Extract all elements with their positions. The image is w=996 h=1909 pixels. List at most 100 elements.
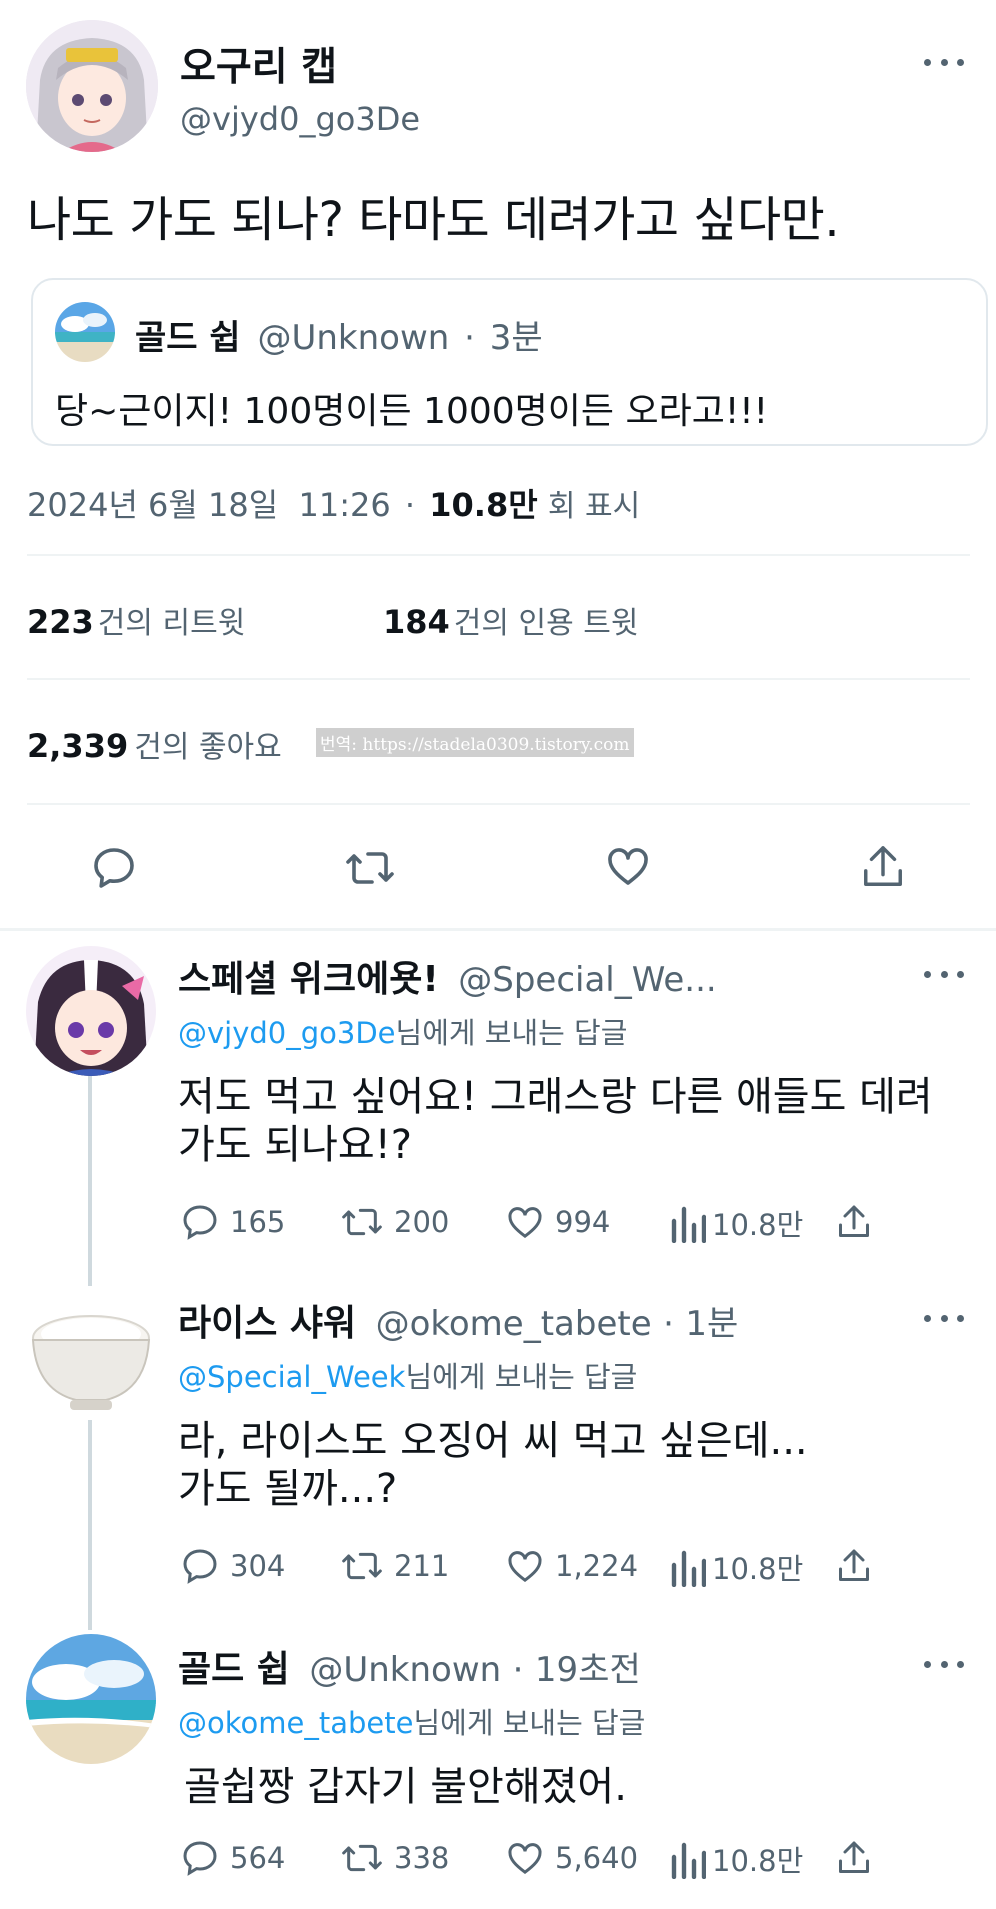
like-icon (508, 1843, 542, 1875)
retweet-icon (342, 1844, 382, 1872)
reply-like-button[interactable]: 994 (505, 1202, 610, 1242)
meta-dot: · (404, 486, 416, 524)
avatar[interactable] (26, 20, 158, 152)
quote-time: 3분 (489, 318, 543, 358)
views-icon (671, 1842, 706, 1879)
like-count: 2,339 (27, 727, 129, 765)
quote-count-link[interactable]: 184 건의 인용 트윗 (383, 598, 638, 642)
reply-icon (183, 1549, 217, 1584)
quote-text: 당~근이지! 100명이든 1000명이든 오라고!!! (55, 391, 769, 432)
retweet-icon[interactable] (344, 844, 396, 896)
reply-display-name[interactable]: 스페셜 위크에욧! (178, 959, 439, 1000)
like-icon (508, 1207, 542, 1239)
divider (27, 678, 970, 680)
share-icon[interactable] (836, 1546, 872, 1590)
retweet-icon (342, 1208, 382, 1236)
reply-icon (183, 1841, 217, 1876)
like-icon[interactable] (603, 842, 653, 894)
reply-handle[interactable]: @okome_tabete (376, 1304, 652, 1344)
author-display-name[interactable]: 오구리 캡 (180, 36, 337, 92)
like-icon (508, 1551, 542, 1583)
thread-line (88, 1420, 92, 1630)
reply-to-label: 님에게 보내는 답글 (395, 1016, 628, 1050)
reply-views-button[interactable]: 10.8만 (670, 1546, 803, 1588)
retweet-count: 223 (27, 603, 94, 641)
reply-text-line-2: 가도 될까...? (178, 1466, 398, 1512)
tweet-datetime[interactable]: 2024년 6월 18일 11:26 (27, 486, 391, 524)
reply-handle[interactable]: @Unknown (309, 1650, 501, 1690)
avatar[interactable] (26, 946, 156, 1076)
quote-dot: · (464, 318, 475, 358)
more-options-icon[interactable] (924, 52, 964, 72)
share-icon[interactable] (860, 842, 906, 896)
reply-views-button[interactable]: 10.8만 (670, 1202, 803, 1244)
reply-retweet-button[interactable]: 338 (340, 1838, 449, 1878)
reply-display-name[interactable]: 골드 쉽 (178, 1649, 290, 1690)
reply-comment-button[interactable]: 564 (180, 1838, 285, 1878)
reply-to-handle[interactable]: @vjyd0_go3De (178, 1016, 396, 1050)
retweet-count: 200 (394, 1205, 450, 1239)
quote-handle: @Unknown (257, 318, 450, 358)
reply-icon[interactable] (90, 844, 138, 896)
avatar[interactable] (26, 1290, 156, 1420)
reply-to-label: 님에게 보내는 답글 (405, 1360, 638, 1394)
divider (27, 803, 970, 805)
reply-time[interactable]: 19초전 (535, 1650, 641, 1690)
like-count: 1,224 (555, 1549, 639, 1583)
reply-retweet-button[interactable]: 211 (340, 1546, 449, 1586)
retweet-count-link[interactable]: 223 건의 리트윗 (27, 598, 245, 642)
comment-count: 304 (230, 1549, 286, 1583)
author-handle[interactable]: @vjyd0_go3De (180, 100, 420, 138)
reply-text-line-1: 골쉽짱 갑자기 불안해졌어. (184, 1764, 627, 1810)
view-count: 10.8만 (429, 486, 538, 524)
quote-count: 184 (383, 603, 450, 641)
quote-count-label: 건의 인용 트윗 (453, 606, 639, 641)
tweet-text: 나도 가도 되나? 타마도 데려가고 싶다만. (27, 192, 840, 248)
quote-avatar (55, 302, 115, 362)
reply-to-label: 님에게 보내는 답글 (413, 1706, 646, 1740)
section-separator (0, 928, 996, 931)
retweet-count-label: 건의 리트윗 (97, 606, 246, 641)
reply-views-button[interactable]: 10.8만 (670, 1838, 803, 1880)
comment-count: 165 (230, 1205, 286, 1239)
reply-handle[interactable]: @Special_We... (458, 960, 716, 1000)
more-options-icon[interactable] (924, 1654, 964, 1674)
reply-dot: · (663, 1304, 674, 1344)
reply-like-button[interactable]: 1,224 (505, 1546, 638, 1586)
share-icon[interactable] (836, 1838, 872, 1882)
view-count-label: 회 표시 (547, 489, 641, 524)
reply-like-button[interactable]: 5,640 (505, 1838, 638, 1878)
share-icon[interactable] (836, 1202, 872, 1246)
thread-line (88, 1076, 92, 1286)
more-options-icon[interactable] (924, 1308, 964, 1328)
view-count: 10.8만 (712, 1208, 804, 1242)
more-options-icon[interactable] (924, 964, 964, 984)
reply-to-handle[interactable]: @okome_tabete (178, 1706, 413, 1740)
quote-display-name: 골드 쉽 (135, 318, 241, 358)
avatar[interactable] (26, 1634, 156, 1764)
view-count: 10.8만 (712, 1844, 804, 1878)
views-icon (671, 1550, 706, 1587)
reply-comment-button[interactable]: 304 (180, 1546, 285, 1586)
reply-retweet-button[interactable]: 200 (340, 1202, 449, 1242)
reply-display-name[interactable]: 라이스 샤워 (178, 1303, 356, 1344)
like-count-link[interactable]: 2,339 건의 좋아요 (27, 722, 282, 766)
views-icon (671, 1206, 706, 1243)
retweet-count: 211 (394, 1549, 450, 1583)
quoted-tweet-card[interactable]: 골드 쉽 @Unknown · 3분 당~근이지! 100명이든 1000명이든… (31, 278, 988, 446)
reply-text-line-2: 가도 되나요!? (178, 1122, 412, 1168)
divider (27, 554, 970, 556)
like-count: 5,640 (555, 1841, 639, 1875)
comment-count: 564 (230, 1841, 286, 1875)
reply-time[interactable]: 1분 (685, 1304, 738, 1344)
retweet-icon (342, 1552, 382, 1580)
retweet-count: 338 (394, 1841, 450, 1875)
reply-comment-button[interactable]: 165 (180, 1202, 285, 1242)
view-count: 10.8만 (712, 1552, 804, 1586)
like-count-label: 건의 좋아요 (134, 730, 282, 765)
like-count: 994 (555, 1205, 611, 1239)
translation-watermark: 번역: https://stadela0309.tistory.com (316, 728, 634, 757)
reply-dot: · (512, 1650, 524, 1690)
reply-icon (183, 1205, 217, 1240)
reply-to-handle[interactable]: @Special_Week (178, 1360, 405, 1394)
